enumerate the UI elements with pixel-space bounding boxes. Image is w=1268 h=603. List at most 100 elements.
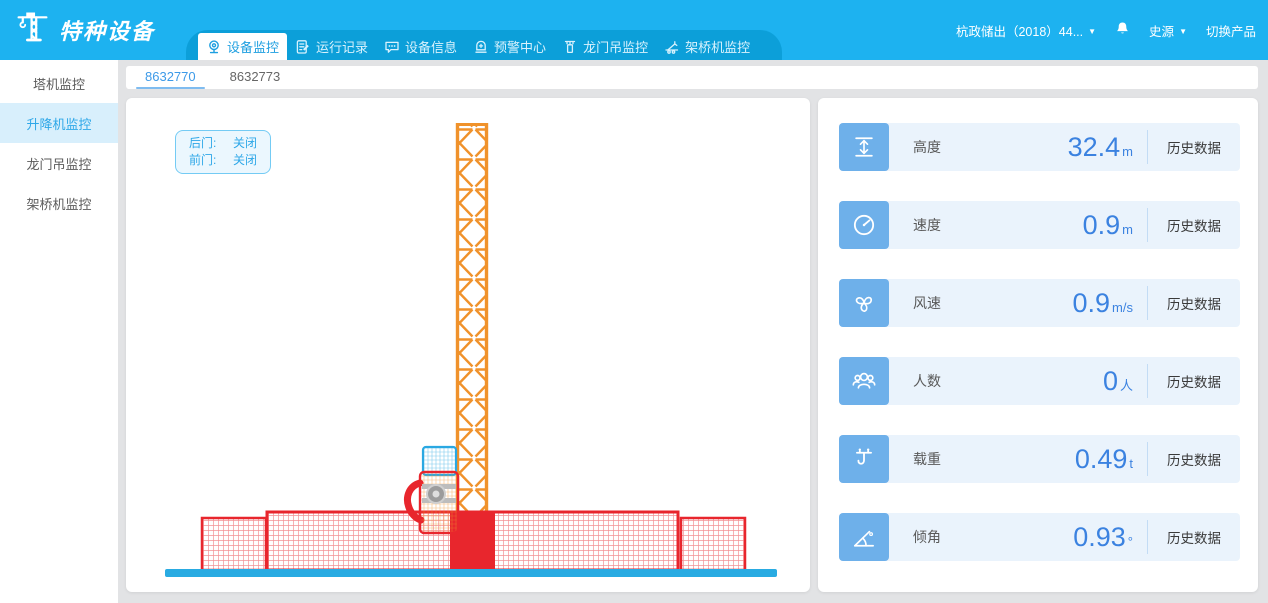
monitor-panel: 后门: 关闭 前门: 关闭: [126, 98, 810, 592]
sidebar-item-label: 塔机监控: [33, 74, 85, 93]
device-tab-device-8632773[interactable]: 8632773: [221, 66, 290, 89]
metric-unit: 人: [1120, 375, 1133, 394]
mast: [456, 123, 488, 513]
metric-unit: °: [1128, 534, 1133, 549]
metric-value-group: 0.9 m: [1083, 210, 1133, 241]
history-data-button[interactable]: 历史数据: [1148, 215, 1240, 235]
tower-crane-logo-icon: [14, 9, 51, 51]
nav-tab-label: 运行记录: [316, 37, 368, 56]
switch-product-button[interactable]: 切换产品: [1206, 21, 1256, 40]
app-header: 特种设备 设备监控 运行记录 设备信息 预警中心 龙门吊监控 架桥机监控 杭政储…: [0, 0, 1268, 60]
metric-label: 高度: [913, 137, 941, 157]
webcam-icon: [206, 39, 222, 55]
door-label: 后门:: [189, 136, 216, 151]
metric-value-group: 0.9 m/s: [1073, 288, 1134, 319]
user-menu[interactable]: 史源 ▼: [1149, 21, 1187, 40]
door-label: 前门:: [189, 153, 216, 168]
metric-tilt-angle: 倾角 0.93 ° 历史数据: [839, 513, 1240, 561]
record-icon: [295, 39, 311, 55]
nav-tab-device-info[interactable]: 设备信息: [376, 33, 465, 60]
door-status-value: 关闭: [233, 153, 257, 168]
chat-icon: [384, 39, 400, 55]
metric-load: 载重 0.49 t 历史数据: [839, 435, 1240, 483]
bell-icon: [1115, 21, 1130, 39]
history-data-button[interactable]: 历史数据: [1148, 527, 1240, 547]
metric-wind-speed: 风速 0.9 m/s 历史数据: [839, 279, 1240, 327]
metrics-panel: 高度 32.4 m 历史数据 速度 0.9 m 历史数据 风速 0.9 m/s …: [818, 98, 1258, 592]
sidebar: 塔机监控 升降机监控 龙门吊监控 架桥机监控: [0, 60, 118, 603]
history-data-button[interactable]: 历史数据: [1148, 371, 1240, 391]
sidebar-item-hoist-monitor[interactable]: 升降机监控: [0, 103, 118, 143]
brand: 特种设备: [14, 9, 155, 51]
wind-icon: [839, 279, 889, 327]
nav-tab-label: 预警中心: [494, 37, 546, 56]
metric-value: 0: [1103, 366, 1118, 397]
metric-height: 高度 32.4 m 历史数据: [839, 123, 1240, 171]
main-nav: 设备监控 运行记录 设备信息 预警中心 龙门吊监控 架桥机监控: [186, 30, 782, 60]
metric-label: 速度: [913, 215, 941, 235]
history-data-button[interactable]: 历史数据: [1148, 449, 1240, 469]
header-actions: 杭政储出（2018）44... ▼ 史源 ▼ 切换产品: [956, 0, 1256, 60]
door-status-box: 后门: 关闭 前门: 关闭: [175, 130, 271, 174]
people-icon: [839, 357, 889, 405]
nav-tab-alert-center[interactable]: 预警中心: [465, 33, 554, 60]
nav-tab-operation-records[interactable]: 运行记录: [287, 33, 376, 60]
metric-value: 0.9: [1083, 210, 1121, 241]
metric-value-group: 0.49 t: [1075, 444, 1133, 475]
sidebar-item-label: 龙门吊监控: [26, 154, 91, 173]
project-selector-label: 杭政储出（2018）44...: [956, 21, 1083, 40]
metric-value-group: 0.93 °: [1073, 522, 1133, 553]
notifications-button[interactable]: [1115, 21, 1130, 39]
app-title: 特种设备: [59, 14, 155, 46]
speed-icon: [839, 201, 889, 249]
tilt-icon: [839, 513, 889, 561]
device-tabbar: 8632770 8632773: [126, 66, 1258, 89]
ground: [165, 569, 777, 577]
nav-tab-label: 设备监控: [227, 37, 279, 56]
nav-tab-label: 龙门吊监控: [583, 37, 648, 56]
hoist-cage: [407, 447, 458, 533]
sidebar-item-gantry-crane-monitor[interactable]: 龙门吊监控: [0, 143, 118, 183]
history-data-button[interactable]: 历史数据: [1148, 137, 1240, 157]
metric-label: 倾角: [913, 527, 941, 547]
nav-tab-device-monitor[interactable]: 设备监控: [198, 33, 287, 60]
metric-people-count: 人数 0 人 历史数据: [839, 357, 1240, 405]
bridge-erector-icon: [664, 39, 680, 55]
metric-value: 0.49: [1075, 444, 1128, 475]
height-icon: [839, 123, 889, 171]
user-name: 史源: [1149, 21, 1174, 40]
door-status-value: 关闭: [233, 136, 257, 151]
metric-unit: m: [1122, 222, 1133, 237]
metric-unit: m: [1122, 144, 1133, 159]
metric-unit: t: [1129, 456, 1133, 471]
nav-tab-label: 架桥机监控: [685, 37, 750, 56]
metric-speed: 速度 0.9 m 历史数据: [839, 201, 1240, 249]
gantry-crane-icon: [562, 39, 578, 55]
safety-fence: [202, 512, 745, 570]
sidebar-item-bridge-erector-monitor[interactable]: 架桥机监控: [0, 183, 118, 223]
alarm-icon: [473, 39, 489, 55]
history-data-button[interactable]: 历史数据: [1148, 293, 1240, 313]
door-status-row: 前门: 关闭: [189, 153, 257, 168]
metric-label: 风速: [913, 293, 941, 313]
door-status-row: 后门: 关闭: [189, 136, 257, 151]
nav-tab-label: 设备信息: [405, 37, 457, 56]
metric-value: 0.9: [1073, 288, 1111, 319]
metric-value: 32.4: [1068, 132, 1121, 163]
sidebar-item-tower-crane-monitor[interactable]: 塔机监控: [0, 63, 118, 103]
chevron-down-icon: ▼: [1179, 27, 1187, 36]
device-tab-device-8632770[interactable]: 8632770: [136, 66, 205, 89]
load-icon: [839, 435, 889, 483]
sidebar-item-label: 升降机监控: [26, 114, 91, 133]
metric-label: 人数: [913, 371, 941, 391]
metric-unit: m/s: [1112, 300, 1133, 315]
nav-tab-bridge-erector-monitor[interactable]: 架桥机监控: [656, 33, 758, 60]
metric-value-group: 0 人: [1103, 366, 1133, 397]
nav-tab-gantry-crane-monitor[interactable]: 龙门吊监控: [554, 33, 656, 60]
sidebar-item-label: 架桥机监控: [26, 194, 91, 213]
chevron-down-icon: ▼: [1088, 27, 1096, 36]
metric-value-group: 32.4 m: [1068, 132, 1133, 163]
metric-value: 0.93: [1073, 522, 1126, 553]
metric-label: 载重: [913, 449, 941, 469]
project-selector[interactable]: 杭政储出（2018）44... ▼: [956, 21, 1096, 40]
